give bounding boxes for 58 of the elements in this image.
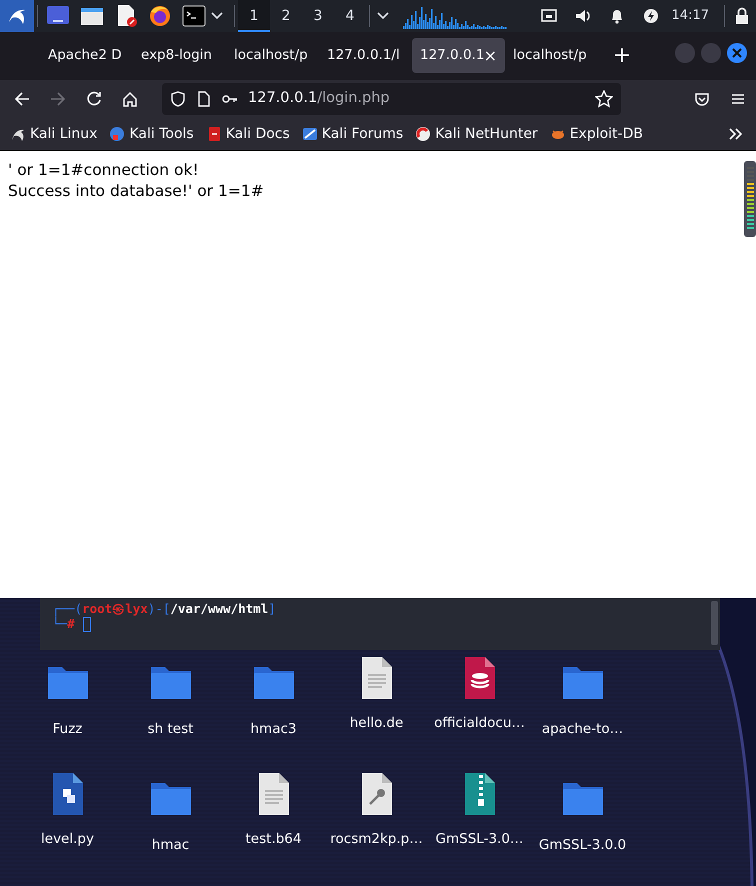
bookmark-link[interactable]: Kali Docs xyxy=(206,124,290,144)
forum-icon xyxy=(302,126,318,142)
pocket-icon xyxy=(694,91,710,107)
page-icon xyxy=(196,91,212,107)
tab-close-button[interactable]: × xyxy=(484,44,497,68)
workspace-button[interactable]: 4 xyxy=(334,0,366,32)
workspace-button[interactable]: 1 xyxy=(238,0,270,32)
volume-icon[interactable] xyxy=(574,7,592,25)
icon-label[interactable]: apache-to… xyxy=(542,719,624,740)
browser-tab[interactable]: 127.0.0.1× xyxy=(412,38,505,73)
page-text: ' or 1=1#connection ok! xyxy=(8,160,200,181)
caret-icon[interactable] xyxy=(377,12,389,20)
network-icon[interactable] xyxy=(540,7,558,25)
workspace-button[interactable]: 2 xyxy=(270,0,302,32)
url-text: 127.0.0.1/login.php xyxy=(248,89,390,108)
icon-label[interactable]: hmac xyxy=(152,835,190,856)
icon-label[interactable]: test.b64 xyxy=(246,829,302,850)
bookmark-link[interactable]: Exploit-DB xyxy=(550,124,643,144)
lock-icon[interactable] xyxy=(735,7,749,25)
icon-label[interactable]: hello.de xyxy=(350,713,404,734)
icon-label[interactable]: sh test xyxy=(148,719,194,740)
icon-label[interactable]: GmSSL-3.0… xyxy=(436,829,524,850)
browser-tab[interactable]: localhost/p xyxy=(226,38,319,73)
home-icon xyxy=(122,91,138,107)
browser-tab[interactable]: 127.0.0.1/l xyxy=(319,38,412,73)
address-bar[interactable]: 127.0.0.1/login.php xyxy=(162,83,621,115)
clock[interactable]: 14:17 xyxy=(672,6,709,26)
icon-label[interactable]: Fuzz xyxy=(52,719,82,740)
browser-tab[interactable]: localhost/p xyxy=(505,38,598,73)
tools-icon xyxy=(109,126,126,142)
power-icon[interactable] xyxy=(642,7,660,25)
terminal-icon[interactable] xyxy=(181,3,207,29)
browser-tab[interactable]: Apache2 D xyxy=(40,38,133,73)
reload-icon xyxy=(86,91,102,107)
bookmark-link[interactable]: Kali NetHunter xyxy=(415,124,538,144)
new-tab-button[interactable]: + xyxy=(602,38,642,73)
back-icon xyxy=(14,91,30,107)
icon-label[interactable]: GmSSL-3.0.0 xyxy=(538,835,626,856)
icon-label[interactable]: hmac3 xyxy=(250,719,296,740)
bookmark-link[interactable]: Kali Forums xyxy=(302,124,404,144)
close-button[interactable] xyxy=(726,42,748,64)
page-text: Success into database!' or 1=1# xyxy=(8,181,265,202)
workspace-button[interactable]: 3 xyxy=(302,0,334,32)
bookmark-star-icon[interactable] xyxy=(595,90,613,108)
caret-icon[interactable] xyxy=(211,12,223,20)
bookmark-link[interactable]: Kali Tools xyxy=(109,124,194,144)
icon-label[interactable]: level.py xyxy=(41,829,94,850)
browser-tab[interactable]: exp8-login xyxy=(133,38,226,73)
bookmark-link[interactable]: Kali Linux xyxy=(10,124,98,144)
firefox-icon[interactable] xyxy=(147,3,173,29)
icon-label[interactable]: rocsm2kp.p… xyxy=(330,829,423,850)
terminal-line: └─# xyxy=(52,616,720,632)
icon-label[interactable]: officialdocu… xyxy=(434,713,525,734)
terminal-line: ┌──(root㉿lyx)-[/var/www/html] xyxy=(52,601,277,616)
forward-icon xyxy=(50,91,66,107)
terminal-window[interactable]: ┌──(root㉿lyx)-[/var/www/html] └─# xyxy=(40,598,720,650)
more-bookmarks-icon[interactable] xyxy=(728,126,744,142)
shield-icon xyxy=(170,91,186,107)
